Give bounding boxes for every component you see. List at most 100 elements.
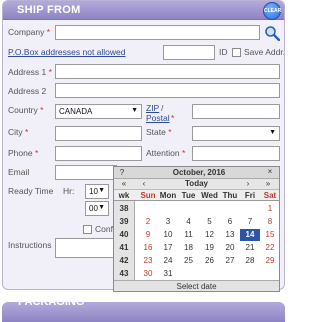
calendar-day[interactable]: 15 bbox=[260, 229, 280, 241]
calendar-day[interactable]: 16 bbox=[138, 242, 158, 254]
calendar-day[interactable]: 5 bbox=[199, 216, 220, 228]
week-number: 41 bbox=[119, 243, 129, 252]
weekday-header-cell: Thu bbox=[222, 191, 238, 200]
prev-month-button[interactable]: ‹ bbox=[138, 179, 150, 188]
week-number: 39 bbox=[119, 217, 129, 226]
city-input[interactable] bbox=[55, 126, 142, 141]
calendar-day[interactable]: 27 bbox=[220, 255, 240, 267]
chevron-down-icon: ▼ bbox=[131, 107, 138, 114]
id-input[interactable] bbox=[163, 45, 215, 60]
address2-input[interactable] bbox=[55, 83, 280, 98]
calendar-day[interactable]: 3 bbox=[158, 216, 178, 228]
calendar-day[interactable]: 9 bbox=[138, 229, 158, 241]
chevron-down-icon: ▼ bbox=[269, 129, 276, 136]
attention-input[interactable] bbox=[192, 146, 280, 161]
calendar-day[interactable]: 22 bbox=[260, 242, 280, 254]
zip-input[interactable] bbox=[192, 104, 280, 119]
calendar-day[interactable]: 11 bbox=[178, 229, 199, 241]
po-box-link[interactable]: P.O.Box addresses not allowed bbox=[8, 47, 126, 57]
hour-select[interactable]: 10 ▼ bbox=[85, 184, 109, 199]
address1-input[interactable] bbox=[55, 64, 280, 79]
today-button[interactable]: Today bbox=[174, 179, 219, 188]
calendar-day-selected[interactable]: 14 bbox=[240, 229, 260, 241]
phone-input[interactable] bbox=[55, 146, 142, 161]
calendar-day[interactable]: 19 bbox=[199, 242, 220, 254]
calendar-day[interactable]: 7 bbox=[240, 216, 260, 228]
country-label: Country * bbox=[8, 105, 44, 115]
calendar-day[interactable]: 25 bbox=[178, 255, 199, 267]
calendar-day[interactable]: 4 bbox=[178, 216, 199, 228]
packaging-panel[interactable]: PACKAGING bbox=[2, 296, 285, 322]
country-value: CANADA bbox=[59, 107, 93, 116]
state-select[interactable]: ▼ bbox=[192, 126, 280, 141]
week-number: 43 bbox=[119, 269, 129, 278]
phone-label: Phone * bbox=[8, 148, 39, 158]
weekday-header-cell: Sat bbox=[263, 191, 277, 200]
calendar-day[interactable]: 17 bbox=[158, 242, 178, 254]
calendar-status: Select date bbox=[114, 280, 279, 291]
date-picker-calendar: ? October, 2016 × « ‹ Today › » wk Sun Mon… bbox=[113, 166, 280, 292]
company-input[interactable] bbox=[55, 25, 260, 40]
address1-label: Address 1 * bbox=[8, 67, 52, 77]
calendar-day[interactable]: 31 bbox=[158, 268, 178, 280]
calendar-help-button[interactable]: ? bbox=[117, 168, 127, 177]
calendar-day[interactable]: 18 bbox=[178, 242, 199, 254]
save-addr-label: Save Addr. bbox=[244, 47, 285, 57]
calendar-day[interactable]: 20 bbox=[220, 242, 240, 254]
postal-link[interactable]: Postal bbox=[146, 113, 170, 123]
calendar-day[interactable]: 6 bbox=[220, 216, 240, 228]
ready-time-label: Ready Time bbox=[8, 186, 54, 196]
calendar-day[interactable]: 23 bbox=[138, 255, 158, 267]
zip-link[interactable]: ZIP bbox=[146, 103, 159, 113]
calendar-title: October, 2016 bbox=[172, 168, 226, 177]
calendar-day[interactable]: 2 bbox=[138, 216, 158, 228]
weekday-header-cell: Fri bbox=[244, 191, 256, 200]
next-year-button[interactable]: » bbox=[262, 179, 274, 188]
email-label: Email bbox=[8, 167, 30, 177]
week-number: 42 bbox=[119, 256, 129, 265]
calendar-day[interactable]: 26 bbox=[199, 255, 220, 267]
save-addr-checkbox[interactable] bbox=[232, 48, 241, 57]
panel-title: SHIP FROM bbox=[17, 4, 81, 16]
country-select[interactable]: CANADA ▼ bbox=[55, 104, 142, 119]
calendar-day[interactable]: 29 bbox=[260, 255, 280, 267]
packaging-title: PACKAGING bbox=[18, 296, 85, 308]
calendar-day[interactable]: 12 bbox=[199, 229, 220, 241]
confirm-label: Confi bbox=[95, 224, 115, 234]
calendar-close-button[interactable]: × bbox=[264, 167, 276, 176]
minute-value: 00 bbox=[89, 204, 98, 213]
minute-select[interactable]: 00 ▼ bbox=[85, 201, 109, 216]
weekday-header-cell: Mon bbox=[159, 191, 177, 200]
weekday-header-cell: Tue bbox=[181, 191, 196, 200]
city-label: City * bbox=[8, 127, 29, 137]
company-label: Company * bbox=[8, 27, 51, 37]
instructions-input[interactable] bbox=[55, 238, 117, 258]
id-label: ID bbox=[219, 47, 228, 57]
address2-label: Address 2 bbox=[8, 86, 47, 96]
email-input[interactable] bbox=[55, 165, 117, 180]
state-label: State * bbox=[146, 127, 172, 137]
calendar-day[interactable]: 1 bbox=[260, 203, 280, 215]
calendar-day[interactable]: 13 bbox=[220, 229, 240, 241]
calendar-day[interactable]: 28 bbox=[240, 255, 260, 267]
clear-button[interactable]: CLEAR bbox=[263, 2, 281, 20]
zip-separator: / bbox=[161, 103, 164, 113]
postal-required: * bbox=[171, 113, 175, 123]
chevron-down-icon: ▼ bbox=[98, 204, 105, 211]
search-icon[interactable] bbox=[264, 25, 280, 41]
calendar-day[interactable]: 10 bbox=[158, 229, 178, 241]
weekday-header-cell: Wed bbox=[201, 191, 218, 200]
chevron-down-icon: ▼ bbox=[98, 187, 105, 194]
confirm-checkbox[interactable] bbox=[83, 225, 92, 234]
calendar-day[interactable]: 8 bbox=[260, 216, 280, 228]
prev-year-button[interactable]: « bbox=[118, 179, 130, 188]
next-month-button[interactable]: › bbox=[242, 179, 254, 188]
weekday-header-cell: Sun bbox=[140, 191, 156, 200]
calendar-day[interactable]: 30 bbox=[138, 268, 158, 280]
calendar-day[interactable]: 21 bbox=[240, 242, 260, 254]
instructions-label: Instructions bbox=[8, 240, 52, 250]
calendar-title-bar: ? October, 2016 × bbox=[114, 167, 279, 179]
weekday-header-cell: wk bbox=[118, 191, 130, 200]
panel-header: SHIP FROM CLEAR bbox=[3, 1, 284, 20]
calendar-day[interactable]: 24 bbox=[158, 255, 178, 267]
